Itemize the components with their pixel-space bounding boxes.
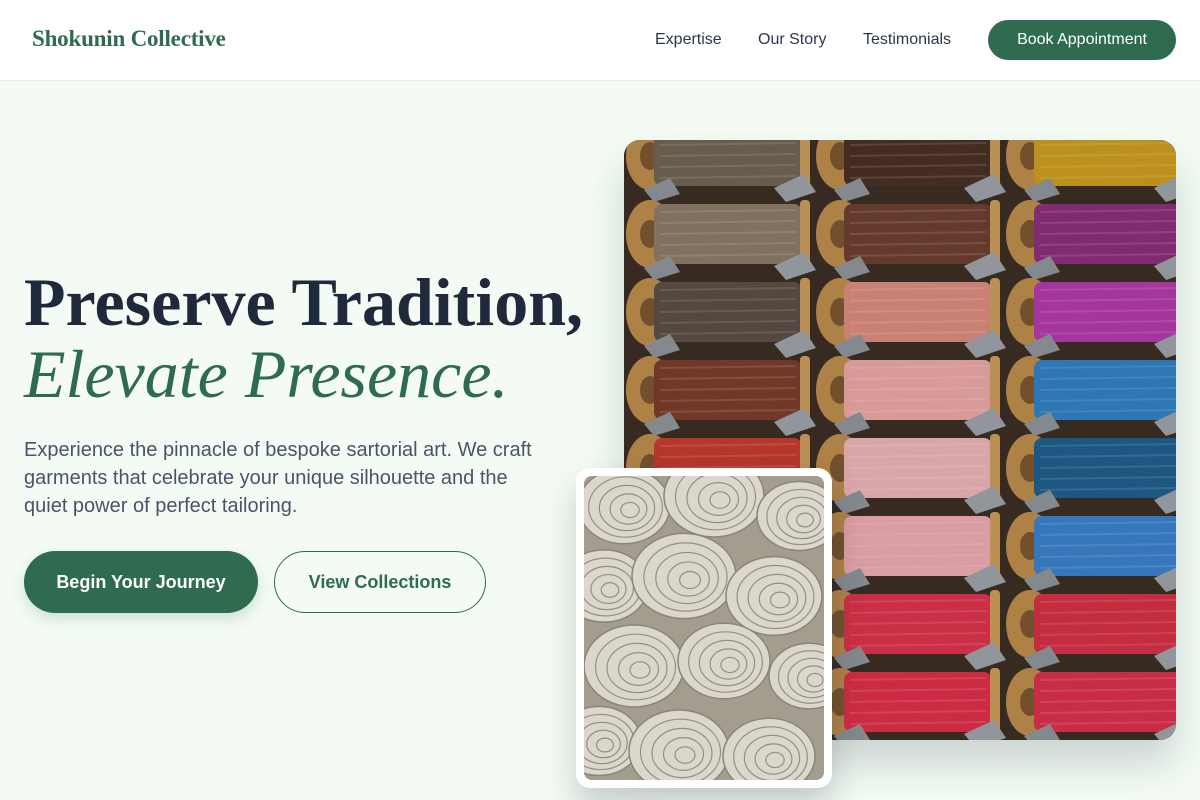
fabric-rolls-image	[584, 476, 824, 780]
nav-link-our-story[interactable]: Our Story	[758, 31, 826, 49]
view-collections-button[interactable]: View Collections	[274, 551, 486, 613]
nav-link-expertise[interactable]: Expertise	[655, 31, 722, 49]
fabric-rolls-illustration	[584, 476, 824, 780]
nav-link-testimonials[interactable]: Testimonials	[863, 31, 951, 49]
site-header: Shokunin Collective Expertise Our Story …	[0, 0, 1200, 81]
brand-logo[interactable]: Shokunin Collective	[32, 26, 226, 52]
fabric-image-card	[576, 468, 832, 788]
begin-journey-button[interactable]: Begin Your Journey	[24, 551, 258, 613]
hero-description: Experience the pinnacle of bespoke sarto…	[24, 439, 532, 517]
hero-headline-accent: Elevate Presence.	[24, 336, 509, 412]
book-appointment-button[interactable]: Book Appointment	[988, 20, 1176, 60]
hero-headline: Preserve Tradition,	[24, 264, 584, 340]
